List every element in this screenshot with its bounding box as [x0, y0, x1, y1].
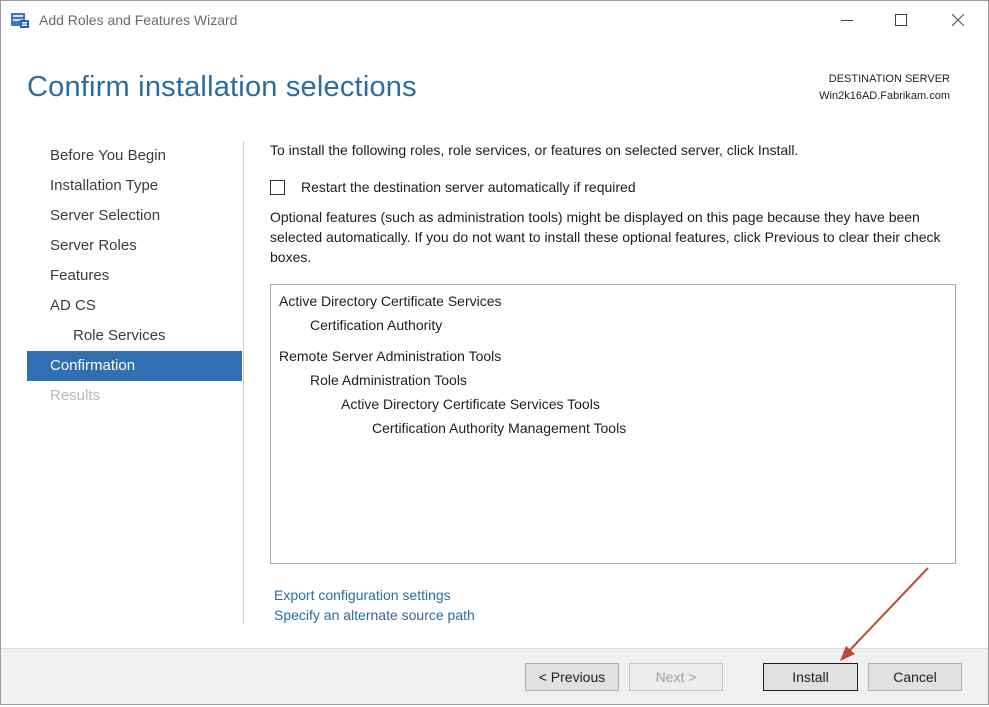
page-title: Confirm installation selections	[27, 71, 417, 103]
nav-item-ad-cs[interactable]: AD CS	[27, 291, 242, 321]
list-item: Remote Server Administration Tools	[279, 348, 502, 364]
list-item: Role Administration Tools	[310, 372, 467, 388]
destination-server-label: DESTINATION SERVER	[828, 73, 950, 85]
next-button: Next >	[629, 663, 723, 691]
maximize-icon	[895, 14, 907, 26]
button-bar: < Previous Next > Install Cancel	[1, 648, 988, 704]
nav-item-role-services[interactable]: Role Services	[27, 321, 242, 351]
intro-text: To install the following roles, role ser…	[270, 142, 799, 158]
restart-option[interactable]: Restart the destination server automatic…	[270, 178, 636, 196]
nav-item-installation-type[interactable]: Installation Type	[27, 171, 242, 201]
nav-item-server-roles[interactable]: Server Roles	[27, 231, 242, 261]
minimize-icon	[841, 20, 853, 21]
nav-item-results: Results	[50, 387, 101, 404]
previous-button[interactable]: < Previous	[525, 663, 619, 691]
nav-divider	[243, 141, 244, 624]
close-icon	[952, 14, 964, 26]
restart-checkbox-label[interactable]: Restart the destination server automatic…	[301, 179, 636, 195]
destination-server-name: Win2k16AD.Fabrikam.com	[819, 90, 950, 102]
alternate-source-link[interactable]: Specify an alternate source path	[274, 607, 475, 623]
window-title: Add Roles and Features Wizard	[39, 12, 238, 28]
list-item: Certification Authority	[310, 317, 443, 333]
cancel-button[interactable]: Cancel	[868, 663, 962, 691]
server-manager-icon	[11, 13, 29, 28]
list-item: Certification Authority Management Tools	[372, 420, 627, 436]
optional-features-note: Optional features (such as administratio…	[270, 209, 941, 265]
close-window-button[interactable]	[935, 1, 981, 39]
nav-item-confirmation[interactable]: Confirmation	[27, 351, 242, 381]
nav-item-server-selection[interactable]: Server Selection	[27, 201, 242, 231]
title-bar: Add Roles and Features Wizard	[1, 1, 988, 39]
wizard-window: Add Roles and Features Wizard Confirm in…	[0, 0, 989, 705]
minimize-button[interactable]	[824, 1, 870, 39]
maximize-button[interactable]	[878, 1, 924, 39]
export-configuration-link[interactable]: Export configuration settings	[274, 587, 451, 603]
list-item: Active Directory Certificate Services	[279, 293, 502, 309]
install-button[interactable]: Install	[763, 663, 858, 691]
nav-item-before-you-begin[interactable]: Before You Begin	[27, 141, 242, 171]
restart-checkbox[interactable]	[270, 179, 285, 195]
wizard-nav: Before You Begin Installation Type Serve…	[27, 141, 242, 411]
nav-item-features[interactable]: Features	[27, 261, 242, 291]
list-item: Active Directory Certificate Services To…	[341, 396, 600, 412]
selections-list[interactable]: Active Directory Certificate Services Ce…	[270, 284, 956, 564]
